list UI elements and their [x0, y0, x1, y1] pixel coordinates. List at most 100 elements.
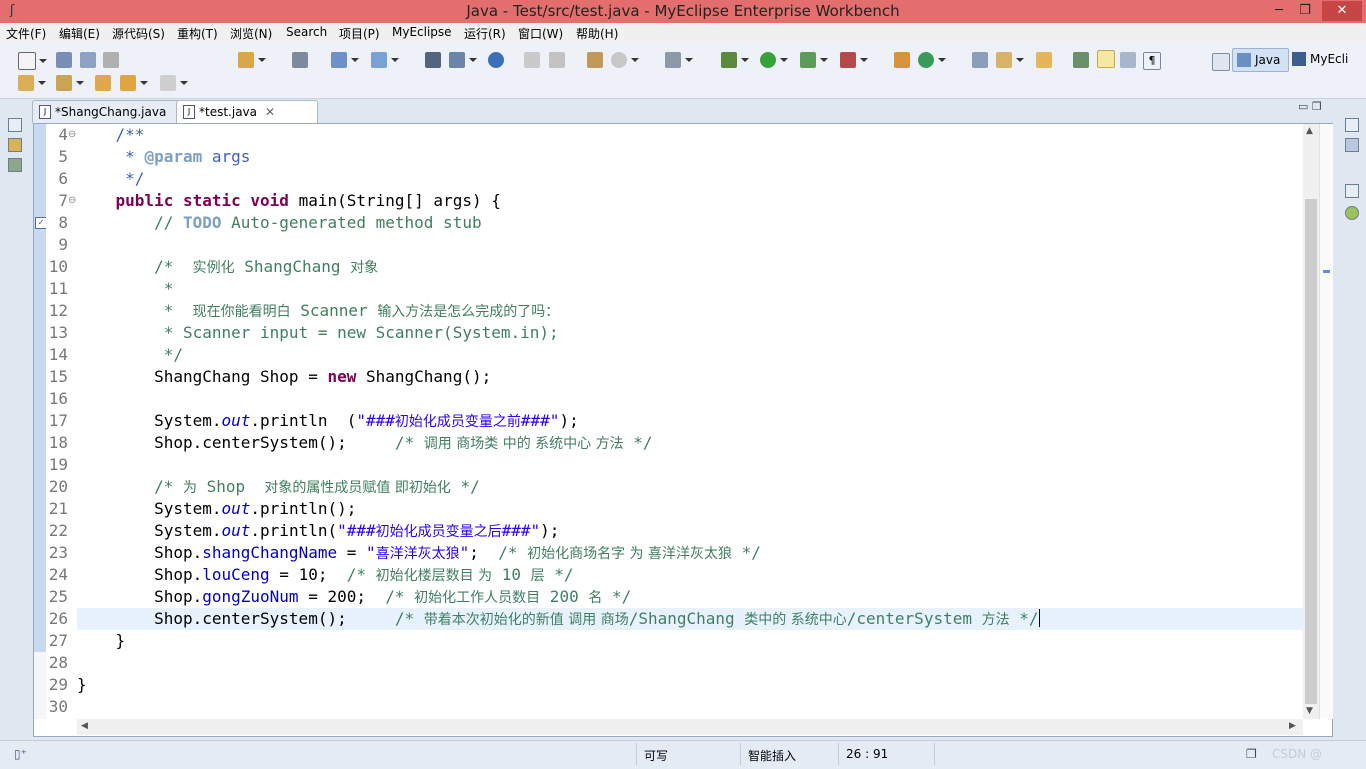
menu-window[interactable]: 窗口(W) [518, 25, 563, 42]
print-icon[interactable] [103, 52, 119, 68]
code-line[interactable]: } [77, 630, 126, 652]
menu-help[interactable]: 帮助(H) [576, 25, 618, 42]
package-explorer-icon[interactable] [8, 138, 22, 152]
pilcrow-icon[interactable]: ¶ [1143, 52, 1161, 70]
code-line[interactable]: System.out.println("###初始化成员变量之后###"); [77, 520, 559, 542]
code-line[interactable]: */ [77, 344, 183, 366]
line-number: 23 [48, 543, 68, 562]
perspective-myeclipse[interactable]: MyEcli [1292, 48, 1348, 70]
code-line[interactable]: Shop.louCeng = 10; /* 初始化楼层数目 为 10 层 */ [77, 564, 573, 586]
gray-tool-icon[interactable] [524, 52, 540, 68]
overview-ruler[interactable] [1319, 124, 1333, 719]
fast-view-icon[interactable]: ▯⁺ [14, 747, 27, 761]
deploy-icon[interactable] [331, 52, 359, 68]
code-line[interactable]: * 现在你能看明白 Scanner 输入方法是怎么完成的了吗： [77, 300, 560, 322]
code-line[interactable]: // TODO Auto-generated method stub [77, 212, 482, 234]
open-type-icon[interactable] [425, 52, 441, 68]
code-line[interactable]: * Scanner input = new Scanner(System.in)… [77, 322, 559, 344]
code-line[interactable]: Shop.shangChangName = "喜洋洋灰太狼"; /* 初始化商场… [77, 542, 761, 564]
outline-icon[interactable] [1345, 138, 1359, 152]
status-restore-icon[interactable]: ❐ [1246, 747, 1257, 761]
gray-tool2-icon[interactable] [549, 52, 565, 68]
menu-refactor[interactable]: 重构(T) [177, 25, 218, 42]
maximize-button[interactable]: ❐ [1292, 1, 1318, 21]
highlight-icon[interactable] [1097, 50, 1115, 68]
code-line[interactable]: /* 为 Shop 对象的属性成员赋值 即初始化 */ [77, 476, 480, 498]
new-icon[interactable] [18, 52, 47, 70]
server-icon[interactable] [292, 52, 308, 68]
fold-toggle-icon[interactable]: ⊖ [68, 190, 76, 212]
open-resource-icon[interactable] [449, 52, 477, 68]
leaf-icon[interactable] [1345, 206, 1359, 220]
vertical-scroll-thumb[interactable] [1305, 199, 1317, 704]
scroll-right-icon[interactable]: ▶ [1289, 721, 1296, 731]
code-line[interactable]: */ [77, 168, 144, 190]
code-line[interactable]: Shop.gongZuoNum = 200; /* 初始化工作人员数目 200 … [77, 586, 631, 608]
new-class-icon[interactable] [918, 52, 946, 68]
code-area[interactable]: /** * @param args */ public static void … [77, 124, 1303, 719]
scroll-up-icon[interactable]: ▲ [1306, 126, 1313, 136]
restore-icon[interactable] [8, 118, 22, 132]
overview-marker[interactable] [1323, 270, 1330, 273]
menu-source[interactable]: 源代码(S) [112, 25, 165, 42]
restore-right2-icon[interactable] [1345, 184, 1359, 198]
code-line[interactable]: * @param args [77, 146, 250, 168]
code-line[interactable]: ShangChang Shop = new ShangChang(); [77, 366, 491, 388]
back-icon[interactable] [120, 75, 148, 91]
line-number: 27 [48, 631, 68, 650]
tab-shangchang-java[interactable]: J *ShangChang.java [32, 100, 189, 123]
debug-icon[interactable] [721, 52, 749, 68]
tab-test-java[interactable]: J *test.java ✕ [176, 100, 318, 123]
menu-navigate[interactable]: 浏览(N) [230, 25, 272, 42]
close-tab-icon[interactable]: ✕ [265, 105, 275, 119]
minimize-button[interactable]: ─ [1266, 1, 1292, 21]
editor-minimize-icon[interactable]: ▭ ❐ [1298, 100, 1322, 113]
menu-myeclipse[interactable]: MyEclipse [392, 25, 452, 39]
menu-file[interactable]: 文件(F) [6, 25, 46, 42]
task-icon[interactable] [1073, 52, 1089, 68]
code-line[interactable]: public static void main(String[] args) { [77, 190, 501, 212]
menu-project[interactable]: 项目(P) [339, 25, 380, 42]
folder-icon[interactable] [1036, 52, 1052, 68]
camera-icon[interactable] [665, 52, 693, 68]
code-line[interactable]: /** [77, 124, 145, 146]
hierarchy-icon[interactable] [8, 158, 22, 172]
block-select-icon[interactable] [1120, 52, 1136, 68]
run-icon[interactable] [760, 52, 788, 68]
code-line[interactable]: System.out.println ("###初始化成员变量之前###"); [77, 410, 579, 432]
close-button[interactable]: ✕ [1322, 1, 1362, 21]
external-tools-icon[interactable] [840, 52, 868, 68]
fold-toggle-icon[interactable]: ⊖ [68, 124, 76, 146]
code-line[interactable]: Shop.centerSystem(); /* 调用 商场类 中的 系统中心 方… [77, 432, 652, 454]
open-perspective-icon[interactable] [1212, 53, 1230, 71]
last-edit-icon[interactable] [95, 75, 111, 91]
web-browser-icon[interactable] [488, 52, 504, 68]
search-icon[interactable] [371, 52, 399, 68]
menu-edit[interactable]: 编辑(E) [59, 25, 100, 42]
pen-icon[interactable] [996, 52, 1024, 68]
save-icon[interactable] [56, 52, 72, 68]
scroll-down-icon[interactable]: ▼ [1306, 706, 1313, 716]
save-all-icon[interactable] [80, 52, 96, 68]
code-line[interactable]: * [77, 278, 174, 300]
next-annotation-icon[interactable] [18, 75, 46, 91]
prev-annotation-icon[interactable] [56, 75, 84, 91]
scroll-left-icon[interactable]: ◀ [81, 721, 88, 731]
new-wizard-icon[interactable] [238, 52, 266, 68]
line-number: 21 [48, 499, 68, 518]
menu-search[interactable]: Search [286, 25, 327, 39]
vertical-scrollbar[interactable]: ▲ ▼ [1303, 124, 1319, 719]
menu-run[interactable]: 运行(R) [464, 25, 506, 42]
code-line[interactable]: Shop.centerSystem(); /* 带着本次初始化的新值 调用 商场… [77, 608, 1040, 630]
code-line[interactable]: System.out.println(); [77, 498, 356, 520]
horizontal-scrollbar[interactable]: ◀ ▶ [77, 719, 1303, 735]
run-tools-icon[interactable] [800, 52, 828, 68]
open-folder-icon[interactable] [972, 52, 988, 68]
new-package-icon[interactable] [894, 52, 910, 68]
code-line[interactable]: } [77, 674, 87, 696]
package-icon[interactable] [587, 52, 603, 68]
code-line[interactable]: /* 实例化 ShangChang 对象 [77, 256, 378, 278]
perspective-java[interactable]: Java [1232, 48, 1289, 72]
code-editor[interactable]: ✓ 4 ⊖ 5 6 7 ⊖ 8 9 10 11 12 13 14 15 16 17 18 19 20 21 22 23 24… [33, 123, 1333, 737]
restore-right-icon[interactable] [1345, 118, 1359, 132]
